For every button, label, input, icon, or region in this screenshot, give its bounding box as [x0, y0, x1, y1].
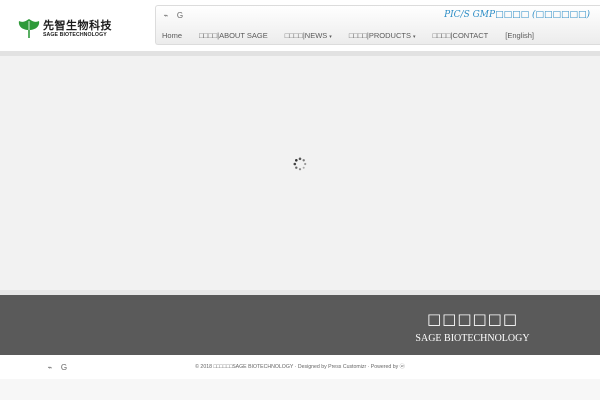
logo-english-name: SAGE BIOTECHNOLOGY: [43, 31, 107, 38]
menu-item-label: [English]: [505, 31, 535, 40]
menu-item-about[interactable]: □□□□|ABOUT SAGE: [199, 31, 268, 40]
site-header: 先智生物科技 SAGE BIOTECHNOLOGY ⌁ G PIC/S GMP□…: [0, 0, 600, 52]
main-menu: Home □□□□|ABOUT SAGE □□□□|NEWS ▾ □□□□|PRO…: [156, 26, 600, 45]
header-tagline[interactable]: PIC/S GMP□□□□ (□□□□□□): [444, 10, 590, 20]
page-bottom-strip: [0, 379, 600, 400]
ginkgo-leaf-icon: [18, 19, 40, 38]
navbar: ⌁ G PIC/S GMP□□□□ (□□□□□□) Home □□□□|ABO…: [155, 5, 600, 45]
menu-item-home[interactable]: Home: [162, 31, 182, 40]
site-logo[interactable]: 先智生物科技 SAGE BIOTECHNOLOGY: [17, 17, 121, 41]
loading-spinner-icon: [293, 157, 307, 171]
rss-icon[interactable]: ⌁: [162, 11, 170, 20]
menu-item-products[interactable]: □□□□|PRODUCTS ▾: [349, 31, 416, 40]
menu-item-label: □□□□|PRODUCTS: [348, 31, 411, 40]
menu-item-contact[interactable]: □□□□|CONTACT: [432, 31, 488, 40]
footer-company-name: □□□□□□: [426, 310, 519, 328]
menu-item-news[interactable]: □□□□|NEWS ▾: [285, 31, 332, 40]
footer-company-subtitle: SAGE BIOTECHNOLOGY: [415, 333, 530, 344]
main-content-area: [0, 56, 600, 290]
menu-item-label: □□□□|NEWS: [284, 31, 328, 40]
caret-down-icon: ▾: [329, 34, 332, 40]
menu-item-label: □□□□|ABOUT SAGE: [199, 31, 268, 40]
header-social-links: ⌁ G: [162, 11, 184, 20]
colophon: ⌁ G © 2018 □□□□□□SAGE BIOTECHNOLOGY · De…: [0, 355, 600, 379]
menu-item-label: Home: [162, 31, 183, 40]
menu-item-label: □□□□|CONTACT: [432, 31, 489, 40]
google-icon[interactable]: G: [176, 11, 184, 20]
footer-credits[interactable]: © 2018 □□□□□□SAGE BIOTECHNOLOGY · Design…: [0, 363, 600, 370]
menu-item-english[interactable]: [English]: [505, 31, 534, 40]
caret-down-icon: ▾: [412, 34, 416, 40]
logo-chinese-name: 先智生物科技: [43, 18, 112, 32]
footer-widget-area: □□□□□□ SAGE BIOTECHNOLOGY: [0, 295, 600, 355]
